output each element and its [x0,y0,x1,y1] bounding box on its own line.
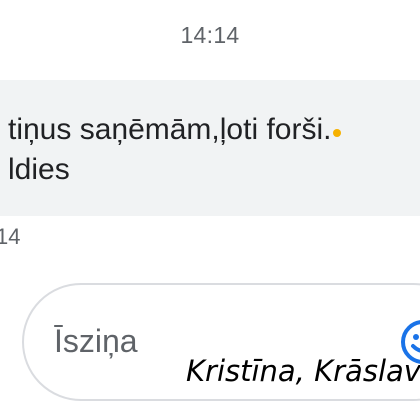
incoming-message-bubble[interactable]: tiņus saņēmām,ļoti forši. ldies [0,80,420,216]
emoji-fragment-icon [333,129,342,137]
message-text: tiņus saņēmām,ļoti forši. ldies [8,110,342,190]
message-line-2: ldies [8,153,70,186]
compose-placeholder: Īsziņa [54,323,138,359]
photo-caption: Kristīna, Krāslav [186,354,420,388]
message-time: 14 [0,224,21,249]
messaging-screen: 14:14 tiņus saņēmām,ļoti forši. ldies 14… [0,0,420,420]
conversation-timestamp: 14:14 [180,22,240,48]
message-line-1: tiņus saņēmām,ļoti forši. [8,110,342,150]
